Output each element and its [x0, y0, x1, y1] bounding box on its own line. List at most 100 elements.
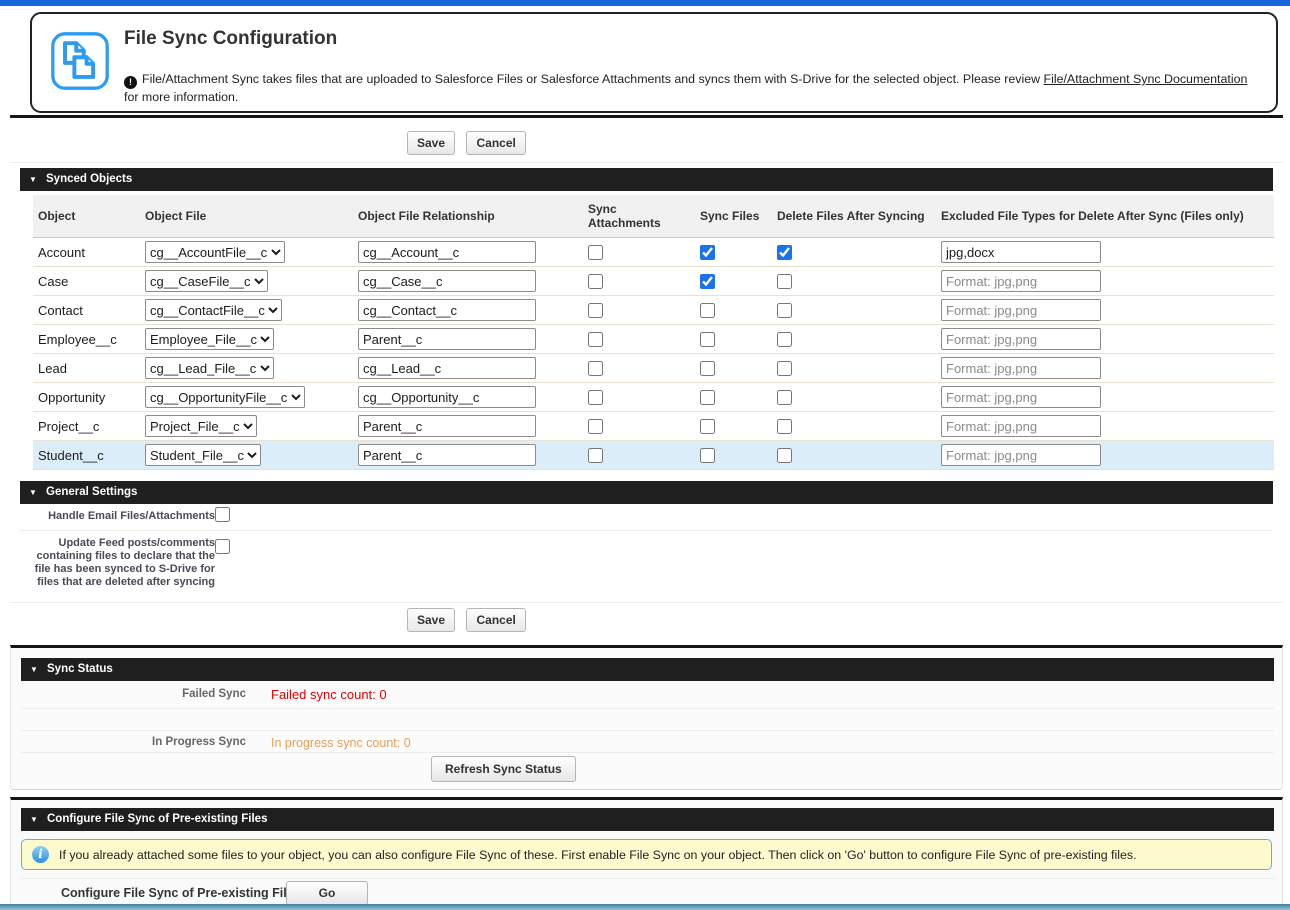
- object-file-select[interactable]: Employee_File__c: [145, 328, 274, 350]
- sync-files-cell: [695, 412, 772, 441]
- sync-files-cell: [695, 238, 772, 267]
- sync-files-checkbox[interactable]: [700, 419, 715, 434]
- top-button-row: Save Cancel: [407, 131, 526, 155]
- handle-email-checkbox[interactable]: [215, 507, 230, 522]
- go-button[interactable]: Go: [286, 881, 368, 904]
- excluded-file-types-input[interactable]: [941, 444, 1101, 466]
- col-delete-files-header: Delete Files After Syncing: [772, 195, 936, 238]
- object-file-select[interactable]: cg__AccountFile__c: [145, 241, 285, 263]
- update-feed-checkbox[interactable]: [215, 539, 230, 554]
- sync-attachments-checkbox[interactable]: [588, 274, 603, 289]
- info-icon: i: [32, 846, 49, 863]
- object-file-relationship-input[interactable]: [358, 357, 536, 379]
- synced-object-row: Project__c Project_File__c: [33, 412, 1274, 441]
- sync-status-block: ▼ Sync Status Failed Sync Failed sync co…: [10, 645, 1283, 790]
- excluded-file-types-input[interactable]: [941, 415, 1101, 437]
- synced-objects-section-header[interactable]: ▼ Synced Objects: [20, 168, 1273, 191]
- sync-status-section-header[interactable]: ▼ Sync Status: [21, 658, 1274, 681]
- synced-objects-table: Object Object File Object File Relations…: [33, 195, 1274, 470]
- sync-status-section-title: Sync Status: [47, 663, 113, 675]
- cancel-button-bottom[interactable]: Cancel: [466, 608, 525, 632]
- sync-attachments-checkbox[interactable]: [588, 448, 603, 463]
- sync-files-checkbox[interactable]: [700, 303, 715, 318]
- object-file-select[interactable]: cg__ContactFile__c: [145, 299, 282, 321]
- excluded-file-types-input[interactable]: [941, 386, 1101, 408]
- delete-files-after-syncing-checkbox[interactable]: [777, 245, 792, 260]
- delete-files-after-syncing-checkbox[interactable]: [777, 361, 792, 376]
- object-file-relationship-input[interactable]: [358, 328, 536, 350]
- refresh-sync-status-button[interactable]: Refresh Sync Status: [431, 756, 576, 782]
- chevron-down-icon: ▼: [29, 481, 37, 504]
- cancel-button-top[interactable]: Cancel: [466, 131, 525, 155]
- file-sync-configuration-page: File Sync Configuration !File/Attachment…: [0, 0, 1290, 910]
- delete-files-after-syncing-checkbox[interactable]: [777, 303, 792, 318]
- sync-files-checkbox[interactable]: [700, 274, 715, 289]
- delete-files-cell: [772, 267, 936, 296]
- sync-attachments-cell: [583, 412, 695, 441]
- sync-files-checkbox[interactable]: [700, 361, 715, 376]
- object-name: Lead: [33, 354, 140, 383]
- sync-files-cell: [695, 383, 772, 412]
- sync-attachments-checkbox[interactable]: [588, 390, 603, 405]
- preexisting-section-header[interactable]: ▼ Configure File Sync of Pre-existing Fi…: [21, 808, 1274, 831]
- object-file-select[interactable]: Student_File__c: [145, 444, 261, 466]
- general-settings-section-header[interactable]: ▼ General Settings: [20, 481, 1273, 504]
- object-file-relationship-input[interactable]: [358, 444, 536, 466]
- relationship-cell: [353, 441, 583, 470]
- sync-files-checkbox[interactable]: [700, 390, 715, 405]
- excluded-file-types-input[interactable]: [941, 270, 1101, 292]
- object-file-cell: cg__ContactFile__c: [140, 296, 353, 325]
- object-file-select[interactable]: cg__OpportunityFile__c: [145, 386, 305, 408]
- delete-files-after-syncing-checkbox[interactable]: [777, 448, 792, 463]
- excluded-types-cell: [936, 296, 1274, 325]
- excluded-file-types-input[interactable]: [941, 328, 1101, 350]
- sync-attachments-cell: [583, 354, 695, 383]
- sync-attachments-checkbox[interactable]: [588, 303, 603, 318]
- delete-files-after-syncing-checkbox[interactable]: [777, 274, 792, 289]
- object-file-cell: cg__CaseFile__c: [140, 267, 353, 296]
- excluded-file-types-input[interactable]: [941, 357, 1101, 379]
- sync-files-checkbox[interactable]: [700, 332, 715, 347]
- in-progress-sync-label: In Progress Sync: [41, 736, 246, 748]
- delete-files-after-syncing-checkbox[interactable]: [777, 332, 792, 347]
- sync-files-checkbox[interactable]: [700, 245, 715, 260]
- info-icon: !: [124, 76, 137, 89]
- preexisting-info-message: If you already attached some files to yo…: [59, 848, 1137, 862]
- sync-attachments-checkbox[interactable]: [588, 361, 603, 376]
- relationship-cell: [353, 325, 583, 354]
- sync-attachments-cell: [583, 267, 695, 296]
- sync-attachments-checkbox[interactable]: [588, 419, 603, 434]
- divider: [21, 708, 1274, 709]
- relationship-cell: [353, 354, 583, 383]
- object-file-select[interactable]: cg__Lead_File__c: [145, 357, 274, 379]
- delete-files-after-syncing-checkbox[interactable]: [777, 390, 792, 405]
- excluded-file-types-input[interactable]: [941, 299, 1101, 321]
- synced-object-row: Opportunity cg__OpportunityFile__c: [33, 383, 1274, 412]
- save-button-top[interactable]: Save: [407, 131, 455, 155]
- documentation-link[interactable]: File/Attachment Sync Documentation: [1044, 72, 1248, 86]
- object-file-select[interactable]: cg__CaseFile__c: [145, 270, 268, 292]
- object-file-select[interactable]: Project_File__c: [145, 415, 257, 437]
- in-progress-sync-count: In progress sync count: 0: [271, 736, 411, 750]
- object-file-relationship-input[interactable]: [358, 386, 536, 408]
- synced-object-row: Student__c Student_File__c: [33, 441, 1274, 470]
- object-file-relationship-input[interactable]: [358, 241, 536, 263]
- save-button-bottom[interactable]: Save: [407, 608, 455, 632]
- delete-files-after-syncing-checkbox[interactable]: [777, 419, 792, 434]
- object-name: Opportunity: [33, 383, 140, 412]
- sync-attachments-checkbox[interactable]: [588, 332, 603, 347]
- object-file-relationship-input[interactable]: [358, 299, 536, 321]
- file-sync-form-block: Save Cancel ▼ Synced Objects Object Obje…: [10, 115, 1283, 640]
- relationship-cell: [353, 412, 583, 441]
- bottom-button-row: Save Cancel: [407, 608, 526, 632]
- sync-files-checkbox[interactable]: [700, 448, 715, 463]
- excluded-types-cell: [936, 354, 1274, 383]
- object-file-relationship-input[interactable]: [358, 270, 536, 292]
- sync-attachments-checkbox[interactable]: [588, 245, 603, 260]
- excluded-file-types-input[interactable]: [941, 241, 1101, 263]
- bottom-window-edge: [0, 904, 1290, 910]
- page-description-prefix: File/Attachment Sync takes files that ar…: [142, 72, 1044, 86]
- object-file-cell: cg__Lead_File__c: [140, 354, 353, 383]
- delete-files-cell: [772, 238, 936, 267]
- object-file-relationship-input[interactable]: [358, 415, 536, 437]
